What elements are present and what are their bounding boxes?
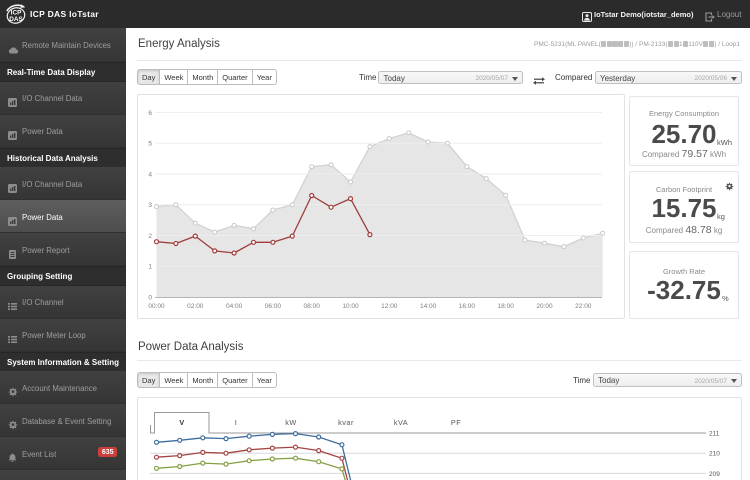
svg-text:04:00: 04:00 [226, 303, 243, 310]
svg-text:20:00: 20:00 [536, 303, 553, 310]
svg-text:210: 210 [709, 451, 720, 458]
svg-text:16:00: 16:00 [459, 303, 476, 310]
svg-text:02:00: 02:00 [187, 303, 204, 310]
svg-text:6: 6 [148, 110, 152, 117]
svg-text:18:00: 18:00 [498, 303, 515, 310]
svg-text:kW: kW [285, 418, 297, 427]
svg-text:14:00: 14:00 [420, 303, 437, 310]
svg-text:0: 0 [148, 294, 152, 301]
svg-text:4: 4 [148, 171, 152, 178]
svg-text:3: 3 [148, 202, 152, 209]
svg-text:08:00: 08:00 [304, 303, 321, 310]
svg-text:2: 2 [148, 233, 152, 240]
svg-text:PF: PF [451, 418, 461, 427]
svg-text:06:00: 06:00 [265, 303, 282, 310]
svg-text:00:00: 00:00 [148, 303, 165, 310]
svg-text:22:00: 22:00 [575, 303, 592, 310]
svg-text:12:00: 12:00 [381, 303, 398, 310]
svg-text:1: 1 [148, 264, 152, 271]
svg-text:kvar: kvar [338, 418, 354, 427]
svg-text:DAS: DAS [9, 16, 23, 23]
svg-text:211: 211 [709, 430, 720, 437]
svg-text:209: 209 [709, 471, 720, 478]
svg-text:V: V [179, 418, 184, 427]
svg-text:5: 5 [148, 141, 152, 148]
svg-text:10:00: 10:00 [342, 303, 359, 310]
svg-text:I: I [235, 418, 238, 427]
svg-text:kVA: kVA [394, 418, 408, 427]
